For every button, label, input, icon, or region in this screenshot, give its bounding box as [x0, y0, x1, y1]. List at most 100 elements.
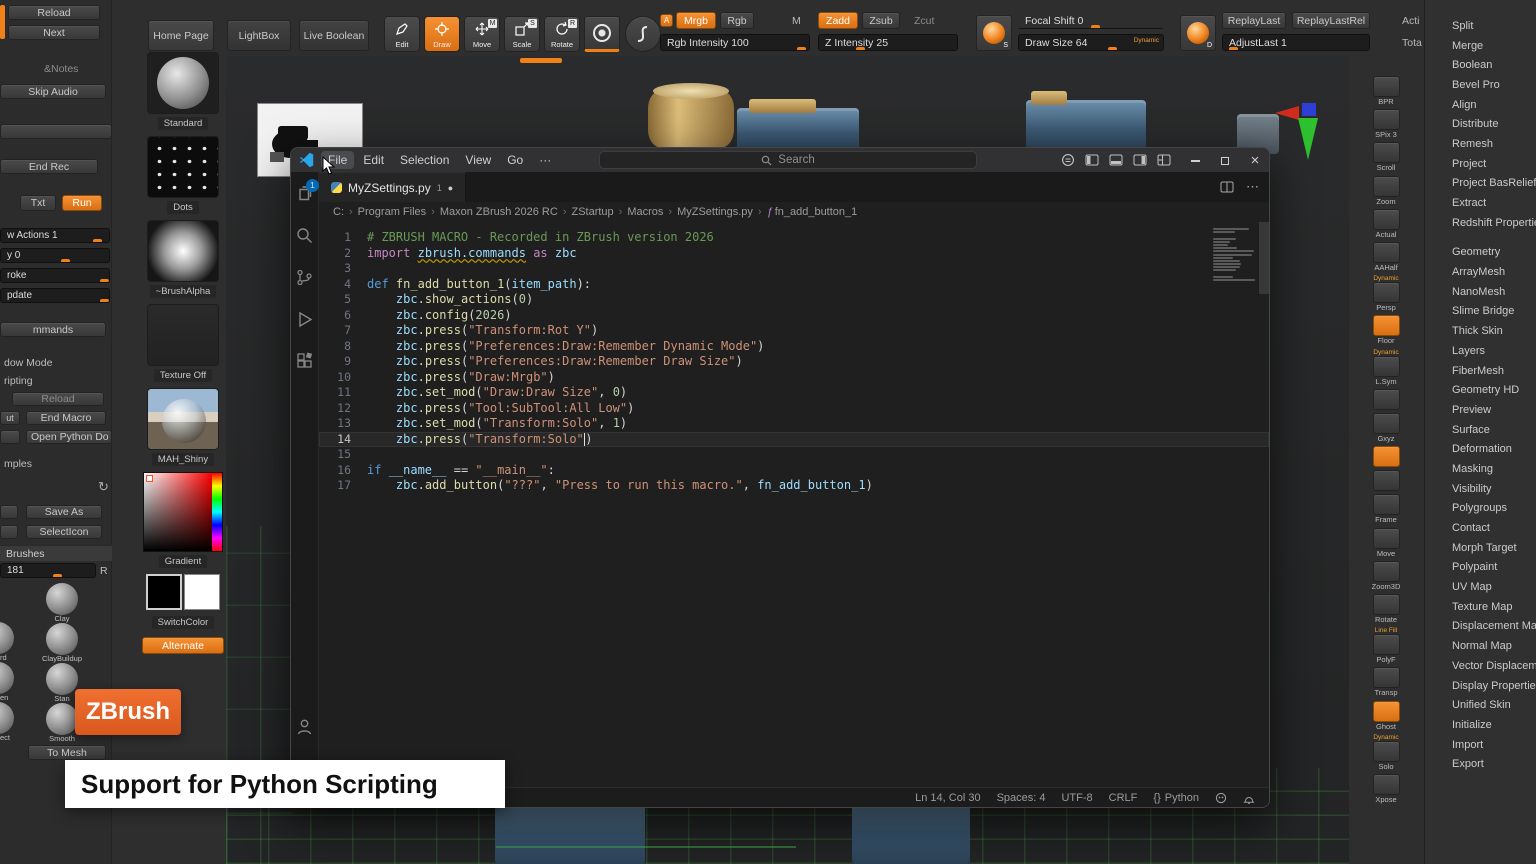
menu-item-slime-bridge[interactable]: Slime Bridge	[1425, 302, 1536, 322]
shelf-gxyz-button[interactable]: Gxyz	[1363, 413, 1409, 443]
breadcrumb-symbol[interactable]: ƒfn_add_button_1	[767, 206, 858, 218]
notifications-bell-icon[interactable]	[1243, 792, 1255, 804]
shelf-zoom-button[interactable]: Zoom	[1363, 176, 1409, 206]
menu-item-unified-skin[interactable]: Unified Skin	[1425, 695, 1536, 715]
menu-item-fibermesh[interactable]: FiberMesh	[1425, 361, 1536, 381]
code-line[interactable]: 15	[319, 447, 1269, 463]
stroke-button[interactable]	[584, 16, 620, 52]
run-button[interactable]: Run	[62, 195, 102, 211]
dots-thumbnail[interactable]	[147, 136, 219, 198]
mah-shiny-thumbnail[interactable]	[147, 388, 219, 450]
indentation[interactable]: Spaces: 4	[997, 792, 1046, 804]
code-line[interactable]: 11 zbc.set_mod("Draw:Draw Size", 0)	[319, 385, 1269, 401]
menu-item-masking[interactable]: Masking	[1425, 459, 1536, 479]
acti-label[interactable]: Acti	[1402, 15, 1420, 27]
shelf-frame-button[interactable]: Frame	[1363, 494, 1409, 524]
live-boolean-button[interactable]: Live Boolean	[299, 20, 369, 51]
sv-box[interactable]	[144, 473, 212, 551]
eol-sequence[interactable]: CRLF	[1109, 792, 1138, 804]
palette-brushalpha[interactable]: ~BrushAlpha	[140, 220, 226, 298]
code-line[interactable]: 7 zbc.press("Transform:Rot Y")	[319, 323, 1269, 339]
brush-clay[interactable]	[46, 583, 78, 615]
menu-item-bevel-pro[interactable]: Bevel Pro	[1425, 75, 1536, 95]
shelf-rotate-button[interactable]: Rotate	[1363, 594, 1409, 624]
color-picker[interactable]: Gradient	[140, 472, 226, 568]
cut-button-2[interactable]: ut	[0, 411, 20, 425]
shelf-xpose-button[interactable]: Xpose	[1363, 774, 1409, 804]
copilot-icon[interactable]	[1061, 153, 1075, 167]
switch-color-label[interactable]: SwitchColor	[152, 616, 215, 629]
alternate-button[interactable]: Alternate	[142, 637, 224, 654]
breadcrumb-item[interactable]: ZStartup	[571, 206, 613, 218]
main-color-swatch[interactable]	[146, 574, 182, 610]
model-block-2[interactable]	[1026, 100, 1146, 154]
breadcrumb-item[interactable]: MyZSettings.py	[677, 206, 753, 218]
code-line[interactable]: 2import zbrush.commands as zbc	[319, 246, 1269, 262]
brushes-header[interactable]: Brushes	[0, 545, 112, 561]
breadcrumb-item[interactable]: Maxon ZBrush 2026 RC	[440, 206, 558, 218]
menu-item-merge[interactable]: Merge	[1425, 36, 1536, 56]
scale-tool-button[interactable]: SScale	[504, 16, 540, 52]
minimize-button[interactable]	[1189, 153, 1201, 168]
shelf-transp-button[interactable]: Transp	[1363, 667, 1409, 697]
menu-item-extract[interactable]: Extract	[1425, 193, 1536, 213]
menu-item-deformation[interactable]: Deformation	[1425, 439, 1536, 459]
open-python-button[interactable]: Open Python Do	[26, 430, 112, 444]
draw-tool-button[interactable]: Draw	[424, 16, 460, 52]
shelf-zoom3d-button[interactable]: Zoom3D	[1363, 561, 1409, 591]
breadcrumb-item[interactable]: Program Files	[358, 206, 426, 218]
m-label[interactable]: M	[792, 15, 801, 27]
menu-more[interactable]: ···	[532, 151, 558, 169]
brush-claybuildup[interactable]	[46, 623, 78, 655]
rgb-intensity-slider[interactable]: Rgb Intensity 100	[660, 34, 810, 51]
modified-dot[interactable]: ●	[448, 183, 453, 193]
menu-item-geometry-hd[interactable]: Geometry HD	[1425, 380, 1536, 400]
shelf-actual-button[interactable]: Actual	[1363, 209, 1409, 239]
menu-item-geometry[interactable]: Geometry	[1425, 243, 1536, 263]
customize-layout-icon[interactable]	[1157, 154, 1171, 166]
extensions-icon[interactable]	[295, 352, 314, 376]
code-editor[interactable]: 1# ZBRUSH MACRO - Recorded in ZBrush ver…	[319, 222, 1269, 787]
shelf-l-sym-button[interactable]: DynamicL.Sym	[1363, 349, 1409, 386]
menu-item-initialize[interactable]: Initialize	[1425, 715, 1536, 735]
zadd-button[interactable]: Zadd	[818, 12, 858, 29]
brush-stan[interactable]	[46, 663, 78, 695]
replay-button[interactable]: D	[1180, 15, 1216, 51]
menu-item-align[interactable]: Align	[1425, 95, 1536, 115]
breadcrumb-item[interactable]: Macros	[627, 206, 663, 218]
menu-item-nanomesh[interactable]: NanoMesh	[1425, 282, 1536, 302]
adjustlast-slider[interactable]: AdjustLast 1	[1222, 34, 1370, 51]
select-icon-button[interactable]: SelectIcon	[26, 525, 102, 539]
menu-item-morph-target[interactable]: Morph Target	[1425, 538, 1536, 558]
language-mode[interactable]: {}Python	[1153, 792, 1199, 804]
secondary-color-swatch[interactable]	[184, 574, 220, 610]
gradient-picker[interactable]	[143, 472, 223, 552]
delay-slider[interactable]: y 0	[0, 248, 110, 263]
lightbox-button[interactable]: LightBox	[227, 20, 291, 51]
draw-size-slider[interactable]: Draw Size 64Dynamic	[1018, 34, 1164, 51]
vscode-window[interactable]: FileEditSelectionViewGo··· ← → Search ×	[290, 147, 1270, 808]
code-line[interactable]: 12 zbc.press("Tool:SubTool:All Low")	[319, 401, 1269, 417]
brush-fragment[interactable]	[0, 662, 14, 694]
cut-button-3[interactable]	[0, 430, 20, 444]
brushalpha-thumbnail[interactable]	[147, 220, 219, 282]
zsub-button[interactable]: Zsub	[862, 12, 900, 29]
brush-smooth[interactable]	[46, 703, 78, 735]
cut-button-1[interactable]	[0, 124, 112, 139]
home-page-button[interactable]: Home Page	[148, 20, 214, 51]
shelf-button-button[interactable]	[1363, 389, 1409, 410]
code-line[interactable]: 13 zbc.set_mod("Transform:Solo", 1)	[319, 416, 1269, 432]
shelf-bpr-button[interactable]: BPR	[1363, 76, 1409, 106]
search-box[interactable]: Search	[599, 151, 977, 169]
code-line[interactable]: 4def fn_add_button_1(item_path):	[319, 277, 1269, 293]
minimap[interactable]	[1213, 228, 1255, 281]
focal-shift-button[interactable]: S	[976, 15, 1012, 51]
menu-item-polypaint[interactable]: Polypaint	[1425, 558, 1536, 578]
tab-myzsettings[interactable]: MyZSettings.py 1 ●	[319, 172, 466, 202]
menu-item-preview[interactable]: Preview	[1425, 400, 1536, 420]
maximize-button[interactable]	[1219, 153, 1231, 168]
menu-item-import[interactable]: Import	[1425, 735, 1536, 755]
search-view-icon[interactable]	[295, 226, 314, 250]
code-line[interactable]: 17 zbc.add_button("???", "Press to run t…	[319, 478, 1269, 494]
focal-shift-slider[interactable]: Focal Shift 0	[1018, 12, 1164, 29]
